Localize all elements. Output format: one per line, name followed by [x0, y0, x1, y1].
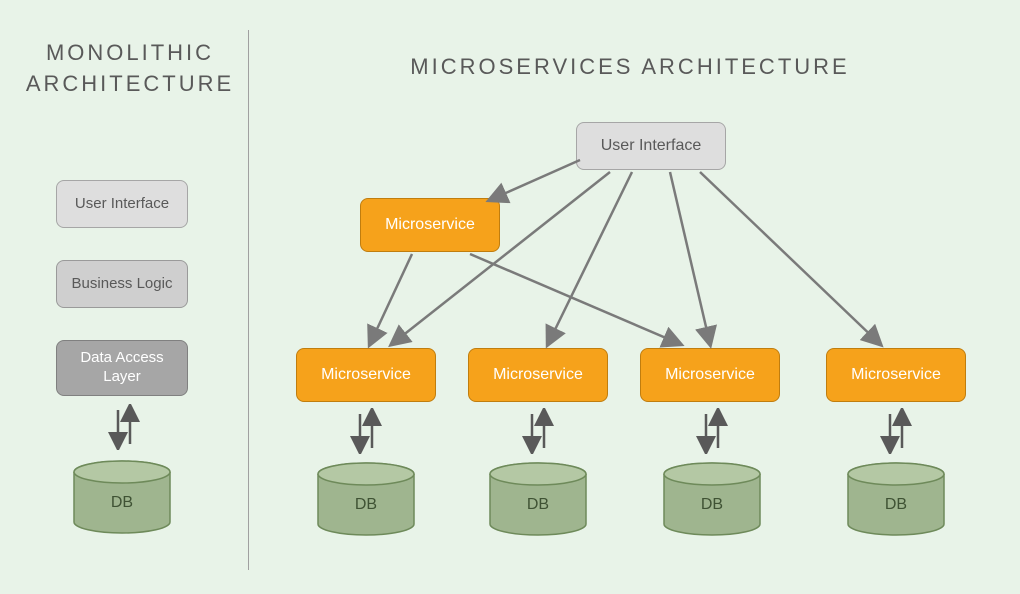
- mono-db: DB: [72, 460, 172, 530]
- microservice-1: Microservice: [296, 348, 436, 402]
- mono-db-arrows-icon: [104, 404, 144, 450]
- mono-db-label: DB: [72, 494, 172, 512]
- microservice-2: Microservice: [468, 348, 608, 402]
- ms1-db-arrows-icon: [346, 408, 386, 454]
- ms4-db: DB: [846, 462, 946, 532]
- ms1-db-label: DB: [316, 496, 416, 514]
- mono-dal-box: Data Access Layer: [56, 340, 188, 396]
- mono-ui-box: User Interface: [56, 180, 188, 228]
- ms1-db: DB: [316, 462, 416, 532]
- ms2-db-arrows-icon: [518, 408, 558, 454]
- ms3-db-arrows-icon: [692, 408, 732, 454]
- monolithic-title: MONOLITHIC ARCHITECTURE: [20, 38, 240, 100]
- ms4-db-arrows-icon: [876, 408, 916, 454]
- vertical-divider: [248, 30, 249, 570]
- mono-logic-box: Business Logic: [56, 260, 188, 308]
- microservices-title: MICROSERVICES ARCHITECTURE: [280, 54, 980, 80]
- micro-ui-box: User Interface: [576, 122, 726, 170]
- microservice-3: Microservice: [640, 348, 780, 402]
- ms2-db: DB: [488, 462, 588, 532]
- ms3-db: DB: [662, 462, 762, 532]
- ms2-db-label: DB: [488, 496, 588, 514]
- ms3-db-label: DB: [662, 496, 762, 514]
- ms4-db-label: DB: [846, 496, 946, 514]
- microservice-top: Microservice: [360, 198, 500, 252]
- microservice-4: Microservice: [826, 348, 966, 402]
